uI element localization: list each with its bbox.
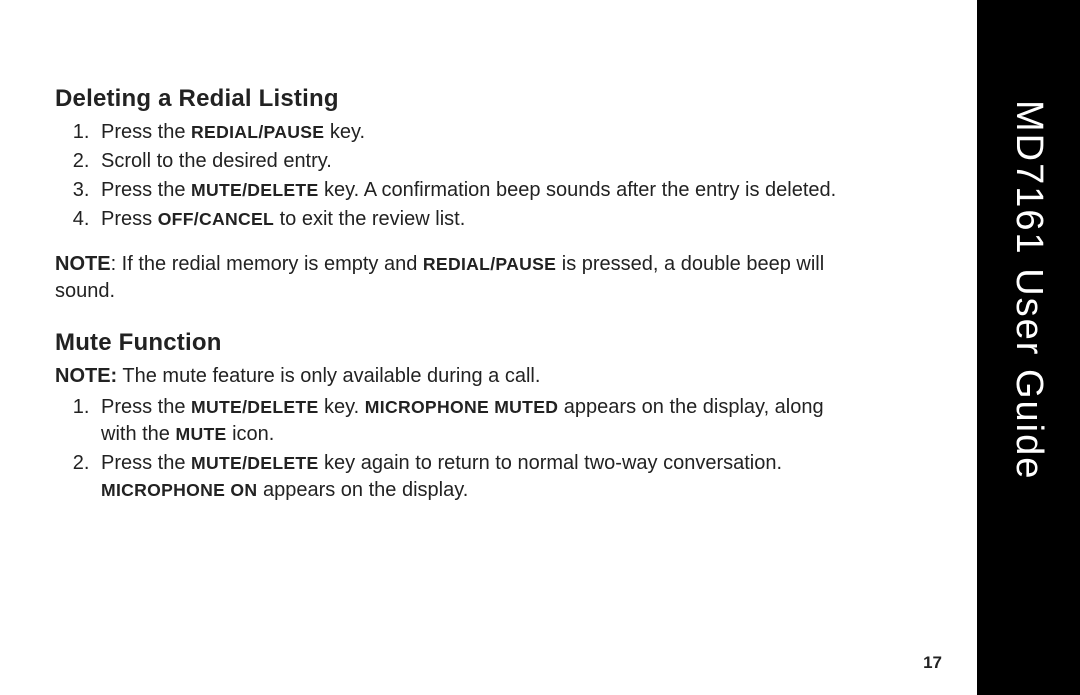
section-heading-deleting-redial: Deleting a Redial Listing (55, 85, 857, 113)
note-label: NOTE: (55, 365, 117, 387)
icon-mute: MUTE (175, 424, 226, 444)
mute-function-steps: Press the MUTE/DELETE key. MICROPHONE MU… (55, 394, 857, 504)
key-off-cancel: OFF/CANCEL (158, 209, 274, 229)
note-label: NOTE (55, 253, 111, 275)
page-content: Deleting a Redial Listing Press the REDI… (0, 0, 977, 504)
list-item: Press the MUTE/DELETE key. MICROPHONE MU… (95, 394, 857, 448)
key-mute-delete: MUTE/DELETE (191, 180, 318, 200)
deleting-redial-steps: Press the REDIAL/PAUSE key. Scroll to th… (55, 119, 857, 233)
list-item: Press the MUTE/DELETE key. A confirmatio… (95, 177, 857, 204)
list-item: Scroll to the desired entry. (95, 148, 857, 175)
note-mute-availability: NOTE: The mute feature is only available… (55, 363, 857, 390)
sidebar: MD7161 User Guide (977, 0, 1080, 695)
display-microphone-muted: MICROPHONE MUTED (365, 397, 558, 417)
document-title: MD7161 User Guide (1007, 100, 1050, 480)
list-item: Press the MUTE/DELETE key again to retur… (95, 450, 857, 504)
list-item: Press the REDIAL/PAUSE key. (95, 119, 857, 146)
section-heading-mute-function: Mute Function (55, 329, 857, 357)
page-number: 17 (923, 653, 942, 673)
key-redial-pause: REDIAL/PAUSE (191, 122, 324, 142)
key-redial-pause: REDIAL/PAUSE (423, 254, 556, 274)
key-mute-delete: MUTE/DELETE (191, 397, 318, 417)
note-redial-empty: NOTE: If the redial memory is empty and … (55, 251, 857, 305)
display-microphone-on: MICROPHONE ON (101, 480, 257, 500)
list-item: Press OFF/CANCEL to exit the review list… (95, 206, 857, 233)
key-mute-delete: MUTE/DELETE (191, 453, 318, 473)
